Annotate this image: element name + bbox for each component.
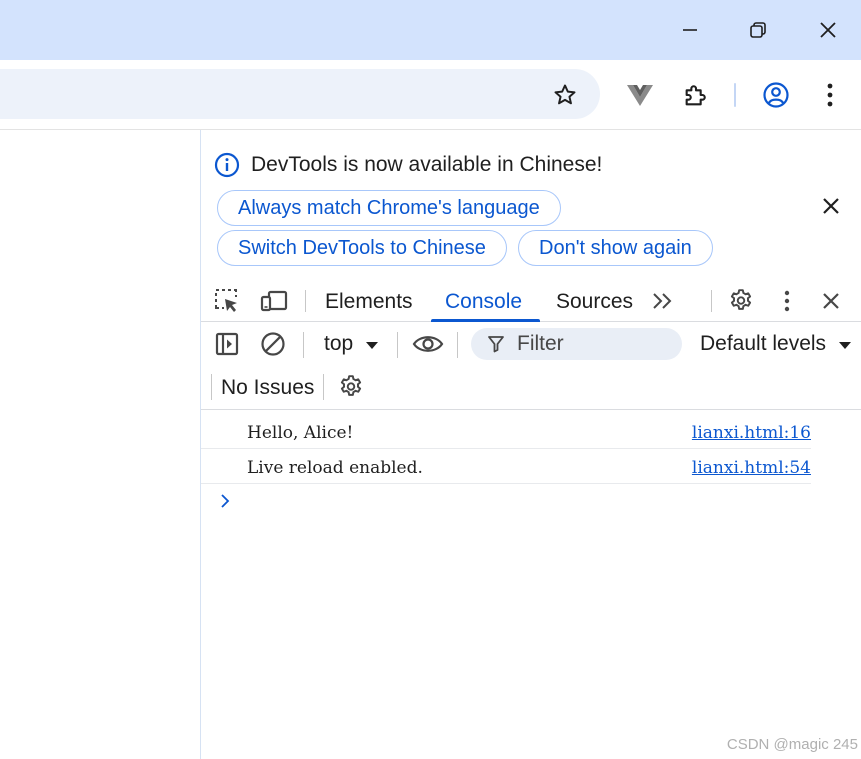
console-message-text: Hello, Alice! bbox=[247, 423, 354, 443]
console-message: Hello, Alice! lianxi.html:16 bbox=[201, 415, 811, 449]
more-vert-icon[interactable] bbox=[816, 80, 844, 110]
console-prompt-chevron-icon[interactable] bbox=[219, 492, 233, 512]
tab-elements[interactable]: Elements bbox=[325, 290, 413, 314]
clear-console-icon[interactable] bbox=[259, 330, 287, 358]
switch-to-chinese-button[interactable]: Switch DevTools to Chinese bbox=[217, 230, 507, 266]
tabbar-separator-2 bbox=[711, 290, 712, 312]
star-icon[interactable] bbox=[550, 80, 580, 110]
console-message-text: Live reload enabled. bbox=[247, 458, 423, 478]
issues-counter[interactable]: No Issues bbox=[221, 376, 314, 400]
close-infobar-icon[interactable] bbox=[819, 194, 843, 218]
close-devtools-icon[interactable] bbox=[819, 289, 843, 313]
minimize-icon[interactable] bbox=[670, 10, 710, 50]
address-bar[interactable] bbox=[0, 69, 600, 119]
devtools-menu-icon[interactable] bbox=[777, 288, 797, 314]
console-toolbar-separator bbox=[303, 332, 304, 358]
tab-sources[interactable]: Sources bbox=[556, 290, 633, 314]
always-match-language-button[interactable]: Always match Chrome's language bbox=[217, 190, 561, 226]
console-toolbar-separator-3 bbox=[457, 332, 458, 358]
levels-dropdown-arrow-icon bbox=[838, 342, 851, 349]
issues-separator-right bbox=[323, 374, 324, 400]
live-expression-eye-icon[interactable] bbox=[411, 330, 445, 358]
device-toolbar-icon[interactable] bbox=[259, 287, 289, 315]
vue-devtools-icon[interactable] bbox=[625, 80, 655, 110]
console-message-source-link[interactable]: lianxi.html:54 bbox=[692, 458, 811, 478]
filter-funnel-icon bbox=[488, 336, 504, 353]
title-bar bbox=[0, 0, 861, 60]
profile-icon[interactable] bbox=[760, 79, 792, 111]
console-toolbar-separator-2 bbox=[397, 332, 398, 358]
filter-placeholder: Filter bbox=[517, 332, 564, 355]
info-icon bbox=[214, 152, 240, 178]
context-selector[interactable]: top bbox=[324, 332, 379, 356]
language-infobar: DevTools is now available in Chinese! Al… bbox=[201, 130, 861, 280]
infobar-message: DevTools is now available in Chinese! bbox=[251, 153, 603, 176]
restore-icon[interactable] bbox=[738, 10, 778, 50]
tab-console[interactable]: Console bbox=[445, 290, 522, 314]
close-icon[interactable] bbox=[808, 10, 848, 50]
log-levels-dropdown[interactable]: Default levels bbox=[700, 332, 852, 356]
filter-input[interactable]: Filter bbox=[471, 328, 682, 360]
dont-show-again-button[interactable]: Don't show again bbox=[518, 230, 713, 266]
log-levels-label: Default levels bbox=[700, 332, 827, 355]
inspect-element-icon[interactable] bbox=[213, 287, 241, 315]
context-selector-label: top bbox=[324, 332, 354, 355]
sidebar-toggle-icon[interactable] bbox=[213, 330, 241, 358]
console-message: Live reload enabled. lianxi.html:54 bbox=[201, 450, 811, 484]
toolbar-separator bbox=[734, 83, 736, 107]
settings-gear-icon[interactable] bbox=[727, 287, 755, 315]
more-tabs-chevron-icon[interactable] bbox=[651, 290, 675, 312]
console-toolbar: top Filter Default levels No Issues bbox=[201, 322, 861, 410]
tabbar-separator bbox=[305, 290, 306, 312]
page-viewport[interactable] bbox=[0, 130, 200, 759]
console-settings-gear-icon[interactable] bbox=[337, 373, 365, 401]
devtools-tabbar: Elements Console Sources bbox=[201, 280, 861, 322]
dropdown-arrow-icon bbox=[366, 342, 379, 349]
console-message-source-link[interactable]: lianxi.html:16 bbox=[692, 423, 811, 443]
issues-separator-left bbox=[211, 374, 212, 400]
devtools-panel: DevTools is now available in Chinese! Al… bbox=[201, 130, 861, 759]
extensions-puzzle-icon[interactable] bbox=[680, 79, 712, 111]
watermark: CSDN @magic 245 bbox=[726, 736, 858, 753]
